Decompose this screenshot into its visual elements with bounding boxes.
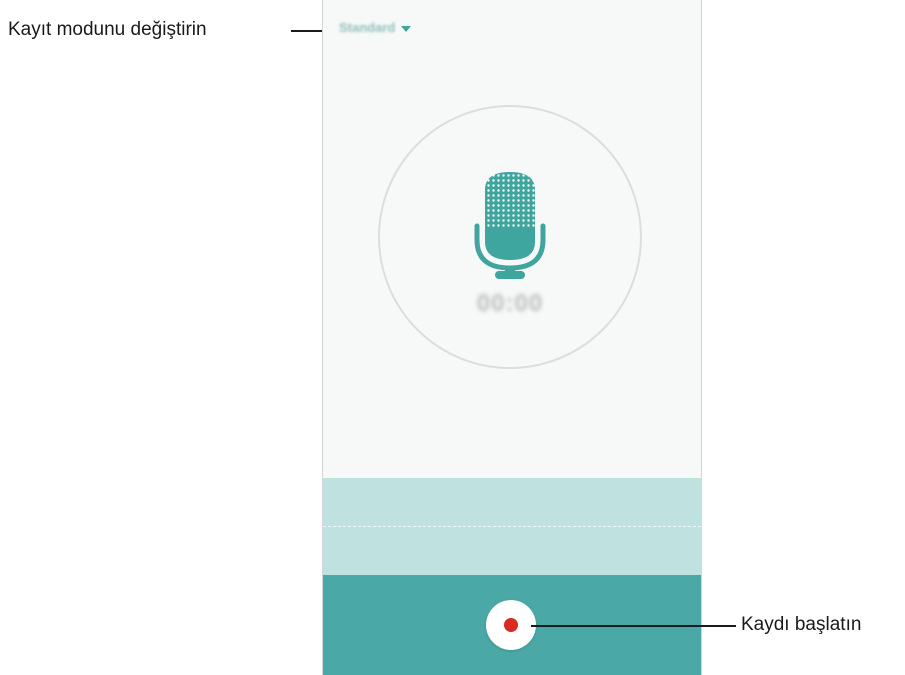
- change-mode-callout: Kayıt modunu değiştirin: [8, 19, 207, 40]
- start-recording-leader-line: [531, 625, 736, 627]
- recording-mode-label: Standard: [339, 20, 396, 35]
- waveform-area: [323, 478, 701, 575]
- waveform-baseline: [323, 526, 701, 527]
- chevron-down-icon: [401, 25, 412, 32]
- recording-mode-dropdown[interactable]: Standard: [339, 20, 412, 35]
- start-recording-callout: Kaydı başlatın: [741, 614, 862, 635]
- voice-recorder-screen: Standard 00:00: [322, 0, 702, 675]
- microphone-icon: [474, 172, 546, 279]
- record-button[interactable]: [486, 600, 536, 650]
- recording-timer: 00:00: [476, 290, 544, 317]
- record-icon: [504, 618, 518, 632]
